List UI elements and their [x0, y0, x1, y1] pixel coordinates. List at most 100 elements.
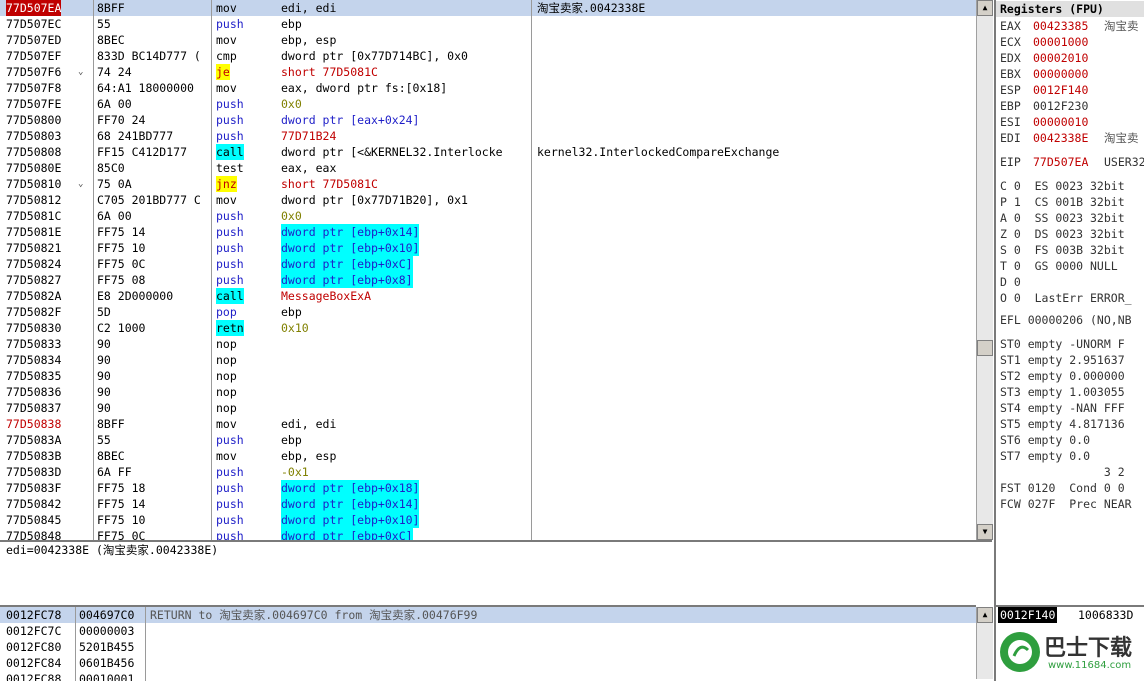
- flag-line: S 0 FS 003B 32bit: [1000, 243, 1125, 257]
- disasm-row[interactable]: 77D50836 90 nop: [0, 384, 976, 400]
- disassembly-scrollbar[interactable]: ▲ ▼: [976, 0, 993, 540]
- stack-row[interactable]: 0012FC7C 00000003: [0, 623, 976, 639]
- register-value: 0012F140: [1033, 83, 1089, 97]
- disasm-address: 77D50824: [6, 257, 62, 271]
- stack-row[interactable]: 0012FC84 0601B456: [0, 655, 976, 671]
- disasm-address: 77D50842: [6, 497, 62, 511]
- register-value: 0042338E: [1033, 131, 1089, 145]
- registers-pane[interactable]: Registers (FPU) EAX 00423385 淘宝卖 ECX 0000100…: [994, 0, 1144, 605]
- register-name: ESI: [1000, 115, 1021, 129]
- disasm-address: 77D50827: [6, 273, 62, 287]
- column-separator: [145, 607, 146, 681]
- disasm-row[interactable]: 77D50838 8BFF mov edi, edi: [0, 416, 976, 432]
- stack-row[interactable]: 0012FC88 00010001: [0, 671, 976, 681]
- stack-pane[interactable]: 0012FC78 004697C0 RETURN to 淘宝卖家.004697C0 …: [0, 605, 976, 681]
- disasm-row[interactable]: 77D50833 90 nop: [0, 336, 976, 352]
- disasm-row[interactable]: 77D5083A 55 push ebp: [0, 432, 976, 448]
- stack-row[interactable]: 0012FC78 004697C0 RETURN to 淘宝卖家.004697C0 …: [0, 607, 976, 623]
- disasm-row[interactable]: 77D507F8 64:A1 18000000 mov eax, dword ptr …: [0, 80, 976, 96]
- disasm-row[interactable]: 77D5083D 6A FF push -0x1: [0, 464, 976, 480]
- info-text: edi=0042338E (淘宝卖家.0042338E): [6, 543, 219, 557]
- register-name: EIP: [1000, 155, 1021, 169]
- disasm-row[interactable]: 77D507ED 8BEC mov ebp, esp: [0, 32, 976, 48]
- disasm-address: 77D50848: [6, 529, 62, 540]
- scroll-up-icon[interactable]: ▲: [977, 607, 993, 623]
- disasm-address: 77D507EA: [6, 0, 62, 16]
- register-value: 00002010: [1033, 51, 1089, 65]
- disasm-address: 77D5081E: [6, 225, 62, 239]
- disasm-hex: 55: [97, 433, 111, 447]
- fpu-line: ST3 empty 1.003055: [1000, 385, 1125, 399]
- stack-scrollbar[interactable]: ▲: [976, 607, 993, 679]
- scroll-thumb[interactable]: [977, 340, 993, 356]
- disasm-hex: 8BEC: [97, 449, 125, 463]
- disasm-mnemonic: nop: [216, 369, 237, 383]
- disasm-mnemonic: mov: [216, 1, 237, 15]
- disasm-row[interactable]: 77D50837 90 nop: [0, 400, 976, 416]
- scroll-down-icon[interactable]: ▼: [977, 524, 993, 540]
- disasm-mnemonic: call: [216, 144, 244, 160]
- disasm-row[interactable]: 77D507EF 833D BC14D777 (cmp dword ptr [0x7…: [0, 48, 976, 64]
- register-comment: USER32: [1104, 155, 1144, 169]
- flag-line: C 0 ES 0023 32bit: [1000, 179, 1125, 193]
- disasm-row[interactable]: 77D50821 FF75 10 push dword ptr [ebp+0x10]: [0, 240, 976, 256]
- disasm-operand: edi, edi: [281, 417, 337, 431]
- disasm-row[interactable]: 77D5080E 85C0 test eax, eax: [0, 160, 976, 176]
- disasm-address: 77D507F8: [6, 81, 62, 95]
- dump-value: 1006833D: [1078, 608, 1134, 622]
- stack-value: 00010001: [79, 672, 135, 681]
- disasm-row[interactable]: 77D50812 C705 201BD777 C mov dword ptr [0x7…: [0, 192, 976, 208]
- disasm-row[interactable]: 77D507FE 6A 00 push 0x0: [0, 96, 976, 112]
- scroll-up-icon[interactable]: ▲: [977, 0, 993, 16]
- disasm-row[interactable]: 77D5081C 6A 00 push 0x0: [0, 208, 976, 224]
- disasm-row[interactable]: 77D50842 FF75 14 push dword ptr [ebp+0x14]: [0, 496, 976, 512]
- disasm-mnemonic: mov: [216, 449, 237, 463]
- disasm-row[interactable]: 77D5081E FF75 14 push dword ptr [ebp+0x14]: [0, 224, 976, 240]
- disasm-hex: 90: [97, 337, 111, 351]
- disasm-operand: dword ptr [ebp+0x14]: [281, 496, 420, 512]
- register-comment: 淘宝卖: [1104, 19, 1139, 33]
- disasm-hex: 833D BC14D777 (: [97, 49, 201, 63]
- disasm-row[interactable]: 77D50845 FF75 10 push dword ptr [ebp+0x10]: [0, 512, 976, 528]
- disasm-row[interactable]: 77D50848 FF75 0C push dword ptr [ebp+0xC]: [0, 528, 976, 540]
- disasm-row[interactable]: 77D50830 C2 1000 retn 0x10: [0, 320, 976, 336]
- disasm-row[interactable]: 77D50834 90 nop: [0, 352, 976, 368]
- disasm-hex: 55: [97, 17, 111, 31]
- disasm-hex: FF75 0C: [97, 257, 146, 271]
- disasm-mnemonic: push: [216, 497, 244, 511]
- disasm-operand: short 77D5081C: [281, 65, 378, 79]
- disasm-row[interactable]: 77D50824 FF75 0C push dword ptr [ebp+0xC]: [0, 256, 976, 272]
- disasm-row[interactable]: 77D5083B 8BEC mov ebp, esp: [0, 448, 976, 464]
- registers-title: Registers (FPU): [996, 1, 1144, 17]
- disasm-row[interactable]: 77D507EA 8BFF mov edi, edi 淘宝卖家.0042338E: [0, 0, 976, 16]
- disasm-row[interactable]: 77D50803 68 241BD777 push 77D71B24: [0, 128, 976, 144]
- disasm-mnemonic: je: [216, 64, 230, 80]
- watermark-logo: 巴士下载 www.11684.com: [998, 628, 1142, 678]
- disasm-row[interactable]: 77D5083F FF75 18 push dword ptr [ebp+0x18]: [0, 480, 976, 496]
- disasm-address: 77D507EC: [6, 17, 62, 31]
- disasm-row[interactable]: 77D50835 90 nop: [0, 368, 976, 384]
- dump-address: 0012F140: [998, 607, 1058, 623]
- disasm-row[interactable]: 77D507F6 ⌄ 74 24 je short 77D5081C: [0, 64, 976, 80]
- disasm-row[interactable]: 77D50808 FF15 C412D177 call dword ptr [<&KE…: [0, 144, 976, 160]
- disasm-row[interactable]: 77D50800 FF70 24 push dword ptr [eax+0x24]: [0, 112, 976, 128]
- stack-row[interactable]: 0012FC80 5201B455: [0, 639, 976, 655]
- register-name: EBP: [1000, 99, 1021, 113]
- disasm-row[interactable]: 77D5082F 5D pop ebp: [0, 304, 976, 320]
- register-value: 00000000: [1033, 67, 1089, 81]
- disassembly-pane[interactable]: 77D507EA 8BFF mov edi, edi 淘宝卖家.0042338E 77D5…: [0, 0, 976, 540]
- info-pane[interactable]: edi=0042338E (淘宝卖家.0042338E): [0, 540, 992, 607]
- disasm-row[interactable]: 77D5082A E8 2D000000 call MessageBoxExA: [0, 288, 976, 304]
- disasm-hex: FF15 C412D177: [97, 145, 188, 159]
- disasm-mnemonic: push: [216, 129, 244, 143]
- disasm-hex: C705 201BD777 C: [97, 193, 201, 207]
- disasm-row[interactable]: 77D50827 FF75 08 push dword ptr [ebp+0x8]: [0, 272, 976, 288]
- disasm-operand: ebp, esp: [281, 449, 337, 463]
- disasm-row[interactable]: 77D50810 ⌄ 75 0A jnz short 77D5081C: [0, 176, 976, 192]
- disasm-address: 77D5083D: [6, 465, 62, 479]
- disasm-row[interactable]: 77D507EC 55 push ebp: [0, 16, 976, 32]
- stack-address: 0012FC88: [6, 672, 62, 681]
- stack-value: 0601B456: [79, 656, 135, 670]
- disasm-mnemonic: pop: [216, 305, 237, 319]
- disasm-hex: FF75 14: [97, 225, 146, 239]
